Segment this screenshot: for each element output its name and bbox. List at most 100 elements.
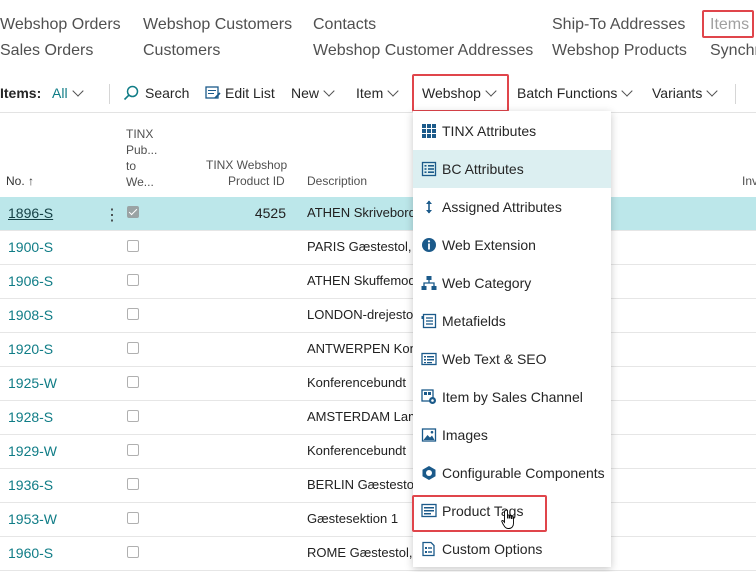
batch-functions-label: Batch Functions — [517, 85, 618, 101]
menu-item-label: BC Attributes — [442, 161, 524, 177]
published-checkbox[interactable] — [127, 512, 139, 524]
chevron-down-icon — [71, 85, 84, 97]
nav-sales-orders[interactable]: Sales Orders — [0, 42, 93, 60]
item-no-link[interactable]: 1920-S — [8, 341, 53, 357]
table-row[interactable]: 1900-S PARIS Gæstestol, — [0, 231, 756, 265]
edit-list-button[interactable]: Edit List — [205, 74, 275, 112]
menu-item-label: Custom Options — [442, 541, 543, 557]
menu-item-web-extension[interactable]: Web Extension — [413, 226, 611, 264]
menu-item-web-text-seo[interactable]: Web Text & SEO — [413, 340, 611, 378]
item-no-link[interactable]: 1960-S — [8, 545, 53, 561]
table-row[interactable]: 1906-S ATHEN Skuffemod — [0, 265, 756, 299]
search-icon — [123, 85, 139, 101]
col-published-line1[interactable]: TINX — [126, 126, 153, 142]
description: BERLIN Gæstestol — [307, 477, 417, 492]
table-row[interactable]: 1925-W Konferencebundt — [0, 367, 756, 401]
menu-item-label: Web Category — [442, 275, 532, 291]
col-inventory[interactable]: Inv — [742, 173, 756, 189]
description: LONDON-drejestol — [307, 307, 417, 322]
table-row[interactable]: 1953-W Gæstesektion 1 — [0, 503, 756, 537]
sort-arrows-icon — [426, 200, 432, 214]
table-row[interactable]: 1920-S ANTWERPEN Konf — [0, 333, 756, 367]
published-checkbox[interactable] — [127, 206, 139, 218]
divider — [735, 84, 736, 104]
nav-customers[interactable]: Customers — [143, 42, 220, 60]
item-no-link[interactable]: 1928-S — [8, 409, 53, 425]
description: Gæstesektion 1 — [307, 511, 399, 526]
published-checkbox[interactable] — [127, 410, 139, 422]
col-description[interactable]: Description — [307, 173, 367, 189]
col-product-id-line1[interactable]: TINX Webshop — [206, 157, 287, 173]
nav-webshop-customers[interactable]: Webshop Customers — [143, 16, 292, 34]
info-icon — [422, 238, 436, 252]
item-no-link[interactable]: 1906-S — [8, 273, 53, 289]
table-row[interactable]: 1960-S ROME Gæstestol, — [0, 537, 756, 571]
search-button[interactable]: Search — [123, 74, 189, 112]
chevron-down-icon — [706, 85, 718, 97]
filter-all-label: All — [52, 85, 68, 101]
highlight-webshop — [412, 74, 509, 112]
published-checkbox[interactable] — [127, 478, 139, 490]
nav-contacts[interactable]: Contacts — [313, 16, 376, 34]
batch-functions-menu[interactable]: Batch Functions — [517, 74, 634, 112]
published-checkbox[interactable] — [127, 444, 139, 456]
options-icon — [422, 541, 435, 557]
variants-menu[interactable]: Variants — [652, 74, 718, 112]
item-no-link[interactable]: 1936-S — [8, 477, 53, 493]
nav-webshop-orders[interactable]: Webshop Orders — [0, 16, 121, 34]
menu-item-custom-options[interactable]: Custom Options — [413, 530, 611, 568]
hand-cursor-icon — [501, 509, 514, 529]
table-row[interactable]: 1896-S ⋮ 4525 ATHEN Skrivebord — [0, 197, 756, 231]
published-checkbox[interactable] — [127, 342, 139, 354]
edit-list-icon — [205, 86, 221, 99]
variants-label: Variants — [652, 85, 703, 101]
menu-item-web-category[interactable]: Web Category — [413, 264, 611, 302]
chevron-down-icon — [387, 85, 399, 97]
col-published-line3: to — [126, 159, 137, 173]
description: ROME Gæstestol, — [307, 545, 413, 560]
col-published-line4: We... — [126, 175, 154, 189]
table-row[interactable]: 1929-W Konferencebundt — [0, 435, 756, 469]
description: ATHEN Skuffemod — [307, 273, 416, 288]
nav-webshop-customer-addresses[interactable]: Webshop Customer Addresses — [313, 42, 533, 60]
published-checkbox[interactable] — [127, 376, 139, 388]
item-no-link[interactable]: 1953-W — [8, 511, 57, 527]
filter-all-dropdown[interactable]: All — [52, 74, 84, 112]
table-row[interactable]: 1936-S BERLIN Gæstestol — [0, 469, 756, 503]
item-no-link[interactable]: 1929-W — [8, 443, 57, 459]
item-no-link[interactable]: 1896-S — [8, 205, 53, 221]
menu-item-label: Web Text & SEO — [442, 351, 547, 367]
description: AMSTERDAM Lamp — [307, 409, 417, 424]
menu-item-images[interactable]: Images — [413, 416, 611, 454]
item-menu[interactable]: Item — [356, 74, 399, 112]
menu-item-label: Images — [442, 427, 488, 443]
col-no[interactable]: No. ↑ — [6, 173, 34, 189]
menu-item-label: Metafields — [442, 313, 506, 329]
menu-item-item-by-sales-channel[interactable]: Item by Sales Channel — [413, 378, 611, 416]
published-checkbox[interactable] — [127, 546, 139, 558]
table-row[interactable]: 1928-S AMSTERDAM Lamp — [0, 401, 756, 435]
menu-item-metafields[interactable]: Metafields — [413, 302, 611, 340]
row-menu-icon[interactable]: ⋮ — [104, 205, 120, 225]
menu-item-bc-attributes[interactable]: BC Attributes — [413, 150, 611, 188]
col-product-id-line2: Product ID — [228, 174, 285, 188]
published-checkbox[interactable] — [127, 308, 139, 320]
col-published-line2: Pub... — [126, 143, 158, 157]
nav-ship-to-addresses[interactable]: Ship-To Addresses — [552, 16, 685, 34]
table-row[interactable]: 1908-S LONDON-drejestol — [0, 299, 756, 333]
published-checkbox[interactable] — [127, 240, 139, 252]
menu-item-configurable-components[interactable]: Configurable Components — [413, 454, 611, 492]
items-filter-label: Items: — [0, 85, 42, 101]
menu-item-assigned-attributes[interactable]: Assigned Attributes — [413, 188, 611, 226]
item-no-link[interactable]: 1925-W — [8, 375, 57, 391]
published-checkbox[interactable] — [127, 274, 139, 286]
highlight-items — [702, 10, 754, 38]
item-no-link[interactable]: 1900-S — [8, 239, 53, 255]
item-no-link[interactable]: 1908-S — [8, 307, 53, 323]
new-menu[interactable]: New — [291, 74, 335, 112]
nav-synchr[interactable]: Synchr — [710, 42, 756, 60]
hexagon-icon — [422, 466, 436, 480]
nav-webshop-products[interactable]: Webshop Products — [552, 42, 687, 60]
menu-item-tinx-attributes[interactable]: TINX Attributes — [413, 112, 611, 150]
chevron-down-icon — [621, 85, 634, 97]
